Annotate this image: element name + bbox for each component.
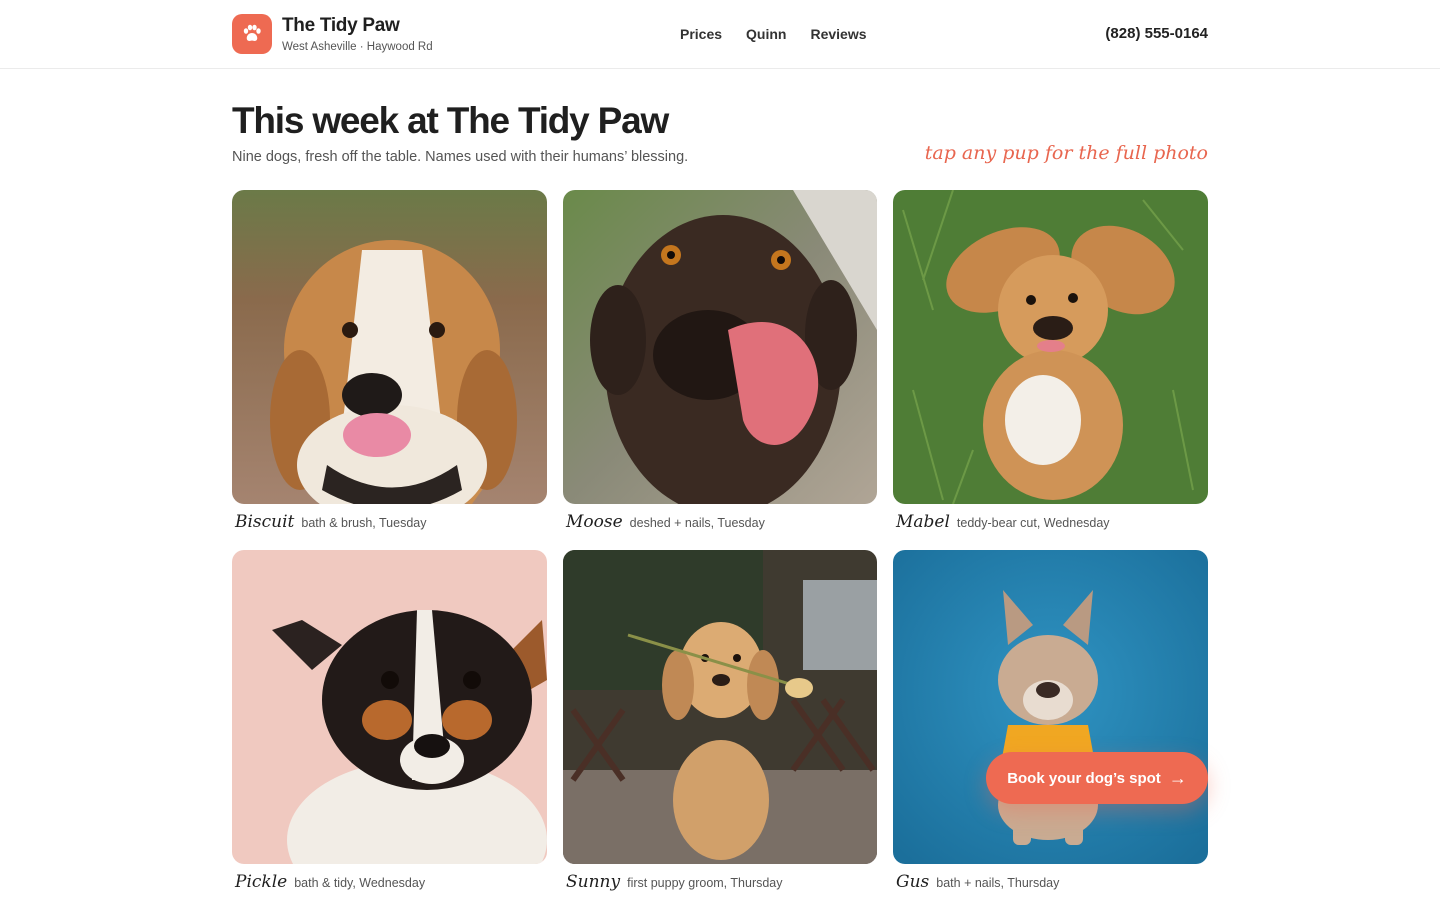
dog-name: Sunny	[566, 872, 621, 892]
nav-link-quinn[interactable]: Quinn	[746, 26, 786, 42]
main-nav: Prices Quinn Reviews	[680, 26, 867, 42]
dog-photo-sunny[interactable]	[563, 550, 877, 864]
dog-name: Moose	[566, 512, 623, 532]
page-title: This week at The Tidy Paw	[232, 100, 669, 141]
phone-number-link[interactable]: (828) 555-0164	[1105, 25, 1208, 42]
brand-name[interactable]: The Tidy Paw	[282, 15, 400, 37]
dog-name: Biscuit	[235, 512, 295, 532]
gallery-card: Moose deshed + nails, Tuesday	[563, 190, 877, 538]
gallery-card: Sunny first puppy groom, Thursday	[563, 550, 877, 898]
groom-note: teddy-bear cut, Wednesday	[956, 516, 1110, 530]
nav-link-reviews[interactable]: Reviews	[810, 26, 866, 42]
gallery-card: Pickle bath & tidy, Wednesday	[232, 550, 547, 898]
book-spot-button[interactable]: Book your dog’s spot →	[986, 752, 1208, 804]
groom-note: bath & tidy, Wednesday	[294, 876, 426, 890]
dog-name: Pickle	[235, 872, 288, 892]
groom-note: bath + nails, Thursday	[936, 876, 1060, 890]
dog-name: Gus	[896, 872, 930, 892]
nav-link-prices[interactable]: Prices	[680, 26, 722, 42]
gallery-card: Gus bath + nails, Thursday	[893, 550, 1208, 898]
dog-photo-pickle[interactable]	[232, 550, 547, 864]
logo[interactable]	[232, 14, 272, 54]
groom-note: bath & brush, Tuesday	[301, 516, 427, 530]
gallery-card: Mabel teddy-bear cut, Wednesday	[893, 190, 1208, 538]
dog-name: Mabel	[896, 512, 950, 532]
page-subtitle: Nine dogs, fresh off the table. Names us…	[232, 149, 689, 165]
arrow-right-icon: →	[1168, 767, 1187, 788]
dog-photo-biscuit[interactable]	[232, 190, 547, 504]
dog-photo-moose[interactable]	[563, 190, 877, 504]
top-navigation-bar: The Tidy Paw West Asheville · Haywood Rd…	[0, 0, 1440, 69]
groom-note: deshed + nails, Tuesday	[629, 516, 765, 530]
paw-icon	[243, 24, 261, 41]
dog-photo-mabel[interactable]	[893, 190, 1208, 504]
gallery-card: Biscuit bath & brush, Tuesday	[232, 190, 547, 538]
book-spot-label: Book your dog’s spot	[1007, 769, 1161, 787]
dog-photo-gus[interactable]	[893, 550, 1208, 864]
tap-hint: tap any pup for the full photo	[924, 142, 1208, 164]
brand-location: West Asheville · Haywood Rd	[282, 41, 433, 53]
groom-note: first puppy groom, Thursday	[627, 876, 783, 890]
